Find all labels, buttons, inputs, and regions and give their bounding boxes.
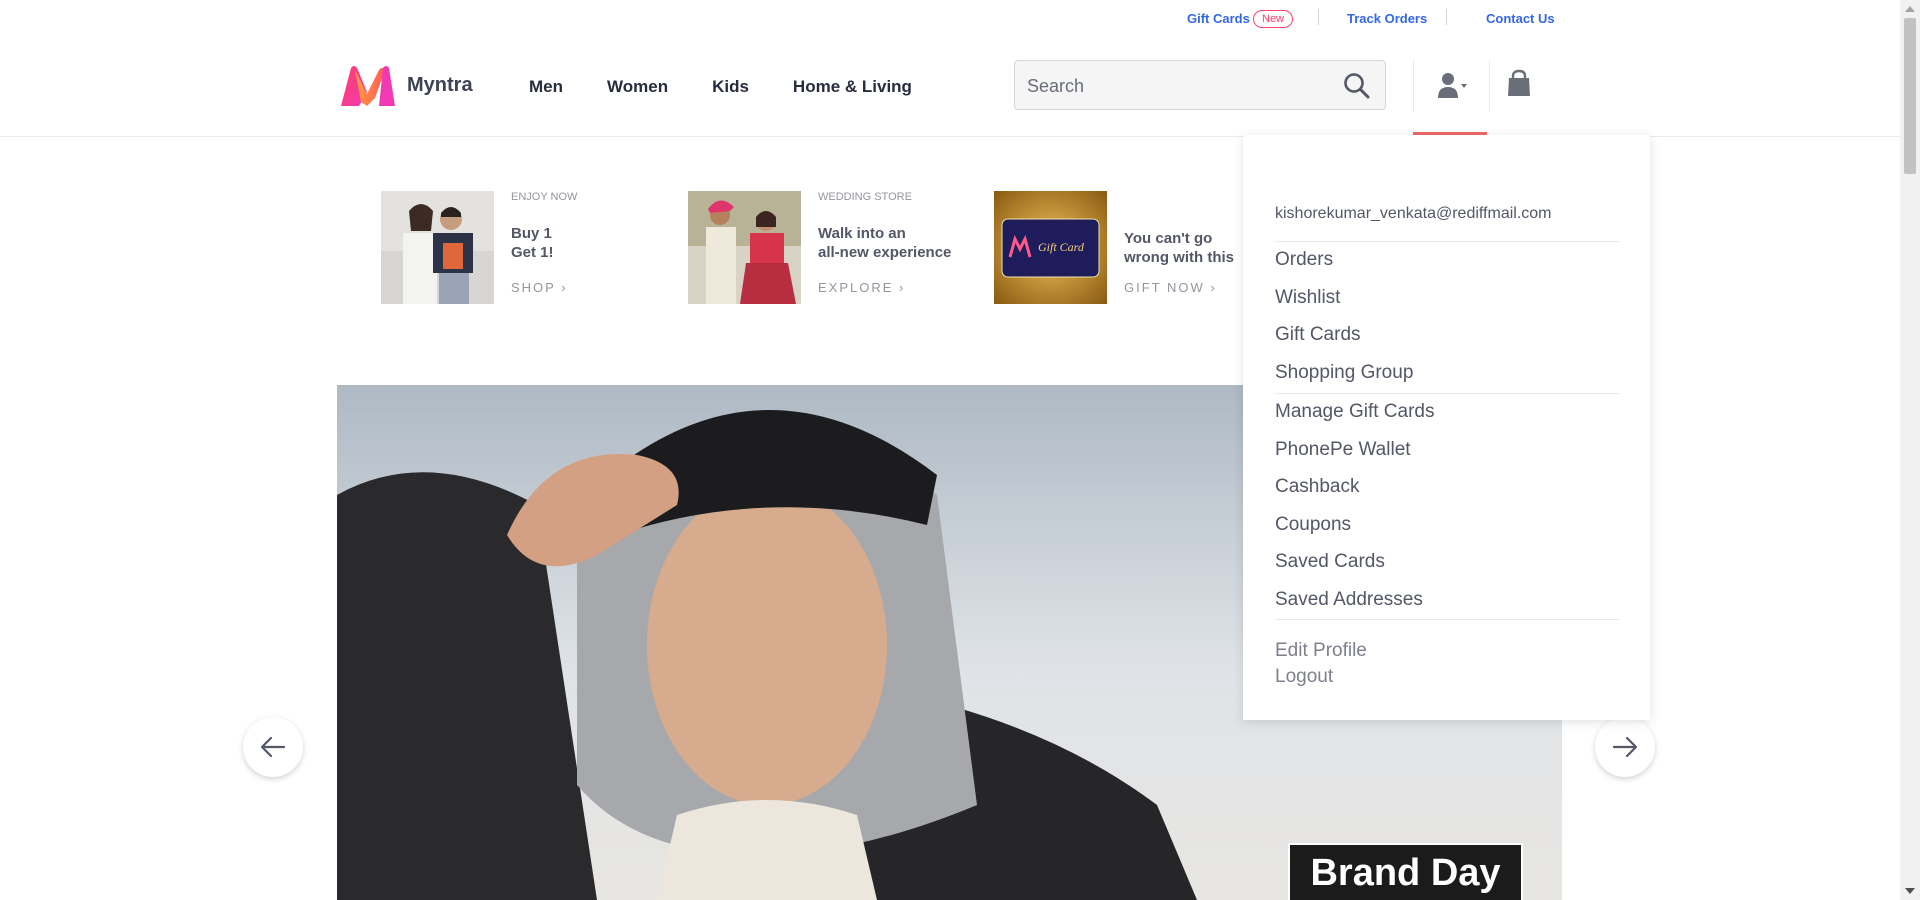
promo-title: You can't go wrong with this (1124, 229, 1234, 267)
promo-title-line: Walk into an (818, 225, 906, 242)
divider (1275, 393, 1620, 394)
search-box (1014, 60, 1386, 110)
divider (1318, 9, 1319, 25)
promo-cta-label: EXPLORE (818, 280, 894, 295)
promo-image: Gift Card (994, 191, 1107, 304)
user-email: kishorekumar_venkata@rediffmail.com (1275, 205, 1552, 222)
promo-cta[interactable]: GIFT NOW › (1124, 280, 1217, 295)
chevron-right-icon: › (561, 280, 568, 295)
menu-gift-cards[interactable]: Gift Cards (1275, 324, 1361, 346)
scroll-up-icon[interactable] (1905, 6, 1915, 12)
promo-title-line: all-new experience (818, 244, 952, 261)
promo-title-line: Buy 1 (511, 225, 552, 242)
gift-cards-link[interactable]: Gift Cards (1187, 11, 1250, 26)
menu-wishlist[interactable]: Wishlist (1275, 287, 1340, 309)
menu-logout[interactable]: Logout (1275, 666, 1333, 688)
search-icon[interactable] (1343, 72, 1371, 100)
chevron-right-icon: › (1210, 280, 1217, 295)
chevron-right-icon: › (899, 280, 906, 295)
nav-men[interactable]: Men (529, 77, 563, 97)
promo-cta-label: SHOP (511, 280, 556, 295)
menu-phonepe-wallet[interactable]: PhonePe Wallet (1275, 439, 1411, 461)
menu-edit-profile[interactable]: Edit Profile (1275, 640, 1367, 662)
search-input[interactable] (1027, 73, 1327, 99)
profile-icon (1438, 73, 1467, 98)
profile-dropdown: kishorekumar_venkata@rediffmail.com Orde… (1243, 135, 1650, 720)
menu-cashback[interactable]: Cashback (1275, 476, 1360, 498)
promo-cta[interactable]: EXPLORE › (818, 280, 905, 295)
carousel-prev-button[interactable] (243, 717, 303, 777)
promo-cta[interactable]: SHOP › (511, 280, 568, 295)
promo-title-line: wrong with this (1124, 249, 1234, 266)
profile-menu-trigger[interactable] (1413, 36, 1487, 137)
brand-day-badge: Brand Day (1288, 843, 1523, 900)
menu-shopping-group[interactable]: Shopping Group (1275, 362, 1413, 384)
main-nav: Men Women Kids Home & Living (529, 77, 956, 97)
carousel-next-button[interactable] (1595, 717, 1655, 777)
promo-title: Walk into an all-new experience (818, 224, 951, 262)
arrow-right-icon (1612, 736, 1638, 758)
promo-kicker: WEDDING STORE (818, 191, 912, 203)
divider (1489, 60, 1490, 112)
bag-icon[interactable] (1506, 69, 1532, 97)
page-scrollbar[interactable] (1900, 0, 1920, 900)
menu-manage-gift-cards[interactable]: Manage Gift Cards (1275, 401, 1434, 423)
divider (1275, 241, 1620, 242)
menu-saved-cards[interactable]: Saved Cards (1275, 551, 1385, 573)
promo-image (381, 191, 494, 304)
scroll-down-icon[interactable] (1905, 888, 1915, 894)
promo-title-line: Get 1! (511, 244, 554, 261)
new-badge: New (1253, 10, 1294, 28)
arrow-left-icon (260, 736, 286, 758)
brand-name[interactable]: Myntra (407, 74, 473, 97)
divider (1446, 9, 1447, 25)
promo-title-line: You can't go (1124, 230, 1213, 247)
nav-home-living[interactable]: Home & Living (793, 77, 912, 97)
contact-us-link[interactable]: Contact Us (1486, 11, 1555, 26)
nav-kids[interactable]: Kids (712, 77, 749, 97)
promo-kicker: ENJOY NOW (511, 191, 578, 203)
promo-image (688, 191, 801, 304)
promo-title: Buy 1 Get 1! (511, 224, 554, 262)
divider (1275, 619, 1620, 620)
menu-coupons[interactable]: Coupons (1275, 514, 1351, 536)
menu-orders[interactable]: Orders (1275, 249, 1333, 271)
main-header: Myntra Men Women Kids Home & Living (0, 36, 1900, 137)
promo-cta-label: GIFT NOW (1124, 280, 1205, 295)
nav-women[interactable]: Women (607, 77, 668, 97)
scroll-thumb[interactable] (1904, 18, 1916, 174)
menu-saved-addresses[interactable]: Saved Addresses (1275, 589, 1423, 611)
utility-bar: Gift Cards New Track Orders Contact Us (0, 0, 1900, 36)
myntra-logo-icon[interactable] (337, 64, 397, 108)
gift-card-text: Gift Card (1038, 240, 1084, 254)
track-orders-link[interactable]: Track Orders (1347, 11, 1427, 26)
